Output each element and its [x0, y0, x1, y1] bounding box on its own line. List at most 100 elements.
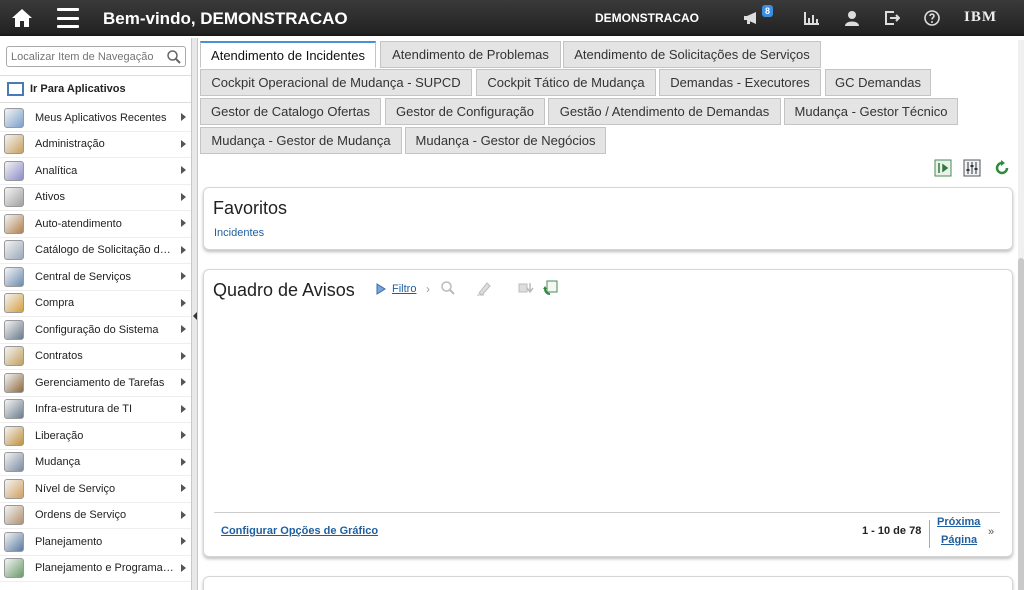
tab-12[interactable]: Mudança - Gestor de Negócios: [405, 127, 606, 154]
it-infrastructure-icon: [4, 399, 24, 420]
welcome-title: Bem-vindo, DEMONSTRACAO: [103, 9, 348, 28]
nav-item-9[interactable]: Contratos: [0, 344, 191, 370]
planning-icon: [4, 531, 24, 552]
submenu-arrow-icon: [181, 272, 186, 280]
export-icon[interactable]: [934, 159, 952, 177]
submenu-arrow-icon: [181, 404, 186, 413]
nav-item-label: Infra-estrutura de TI: [35, 403, 133, 416]
tab-10[interactable]: Mudança - Gestor Técnico: [784, 98, 958, 125]
submenu-arrow-icon: [181, 378, 186, 386]
tab-9[interactable]: Gestão / Atendimento de Demandas: [548, 98, 781, 125]
tab-6[interactable]: GC Demandas: [825, 69, 931, 96]
nav-item-label: Compra: [35, 297, 75, 310]
nav-search-box: [6, 46, 186, 67]
change-icon: [4, 452, 24, 473]
nav-item-2[interactable]: Analítica: [0, 158, 191, 185]
nav-item-label: Ordens de Serviço: [35, 509, 127, 522]
nav-item-label: Analítica: [35, 164, 78, 177]
tab-8[interactable]: Gestor de Configuração: [385, 98, 545, 125]
nav-item-17[interactable]: Planejamento e Programação: [0, 556, 191, 582]
window-icon: [7, 82, 24, 96]
nav-item-label: Planejamento e Programação: [35, 562, 175, 575]
settings-sliders-icon[interactable]: [963, 159, 981, 177]
nav-item-13[interactable]: Mudança: [0, 450, 191, 476]
nav-item-label: Central de Serviços: [35, 270, 131, 283]
nav-item-label: Mudança: [35, 456, 81, 469]
notification-badge: 8: [762, 5, 774, 17]
tab-11[interactable]: Mudança - Gestor de Mudança: [200, 127, 402, 154]
ibm-logo: IBM: [964, 9, 997, 25]
nav-item-7[interactable]: Compra: [0, 291, 191, 317]
work-orders-icon: [4, 505, 24, 526]
collapse-arrow-icon[interactable]: [193, 312, 197, 320]
filter-link[interactable]: Filtro: [392, 283, 416, 295]
tab-7[interactable]: Gestor de Catalogo Ofertas: [200, 98, 381, 125]
purchasing-icon: [4, 293, 24, 314]
nav-item-15[interactable]: Ordens de Serviço: [0, 503, 191, 529]
filter-arrow-icon[interactable]: [376, 283, 386, 295]
profile-icon[interactable]: [842, 8, 862, 28]
nav-item-label: Planejamento: [35, 535, 103, 548]
scrollbar-thumb[interactable]: [1018, 258, 1024, 590]
user-name[interactable]: DEMONSTRACAO: [595, 11, 699, 25]
logout-icon[interactable]: [882, 8, 902, 28]
release-icon: [4, 425, 24, 446]
search-icon[interactable]: [166, 49, 182, 65]
nav-item-12[interactable]: Liberação: [0, 423, 191, 450]
nav-item-8[interactable]: Configuração do Sistema: [0, 317, 191, 344]
submenu-arrow-icon: [181, 431, 186, 439]
nav-item-4[interactable]: Auto-atendimento: [0, 211, 191, 238]
tab-3[interactable]: Cockpit Operacional de Mudança - SUPCD: [200, 69, 472, 96]
favorites-title: Favoritos: [213, 198, 288, 218]
home-icon[interactable]: [11, 7, 33, 29]
submenu-arrow-icon: [181, 245, 186, 254]
goto-applications[interactable]: Ir Para Aplicativos: [0, 75, 191, 103]
nav-item-10[interactable]: Gerenciamento de Tarefas: [0, 370, 191, 397]
nav-item-6[interactable]: Central de Serviços: [0, 264, 191, 291]
nav-item-0[interactable]: Meus Aplicativos Recentes: [0, 105, 191, 132]
help-icon[interactable]: [922, 8, 942, 28]
favorites-link-incidents[interactable]: Incidentes: [214, 227, 264, 239]
tab-2[interactable]: Atendimento de Solicitações de Serviços: [563, 41, 821, 68]
chevron-right-icon: ›: [426, 282, 430, 296]
tab-5[interactable]: Demandas - Executores: [659, 69, 821, 96]
submenu-arrow-icon: [181, 298, 186, 307]
left-navigation: Ir Para Aplicativos Meus Aplicativos Rec…: [0, 38, 192, 590]
next-page-link-line2[interactable]: Página: [941, 534, 977, 546]
nav-search-input[interactable]: [7, 47, 157, 66]
contracts-icon: [4, 346, 24, 367]
megaphone-icon[interactable]: [742, 8, 762, 28]
tab-4[interactable]: Cockpit Tático de Mudança: [476, 69, 656, 96]
reports-icon[interactable]: [802, 8, 822, 28]
download-icon[interactable]: [518, 280, 534, 296]
nav-item-label: Ativos: [35, 191, 65, 204]
nav-item-5[interactable]: Catálogo de Solicitação de Serviços: [0, 238, 191, 264]
configure-chart-options-link[interactable]: Configurar Opções de Gráfico: [221, 525, 378, 537]
nav-item-label: Configuração do Sistema: [35, 323, 159, 336]
next-arrows-icon[interactable]: »: [988, 526, 994, 538]
planning-scheduling-icon: [4, 558, 24, 579]
service-level-icon: [4, 478, 24, 499]
page-scrollbar[interactable]: [1018, 40, 1024, 590]
bulletin-footer-divider: [214, 512, 1000, 513]
pager-range: 1 - 10 de 78: [862, 525, 922, 537]
nav-item-1[interactable]: Administração: [0, 132, 191, 158]
search-icon[interactable]: [440, 280, 456, 296]
tab-1[interactable]: Atendimento de Problemas: [380, 41, 561, 68]
tab-0[interactable]: Atendimento de Incidentes: [200, 41, 376, 68]
assets-icon: [4, 187, 24, 208]
new-item-icon[interactable]: [542, 280, 558, 296]
goto-applications-label: Ir Para Aplicativos: [30, 83, 126, 95]
nav-item-label: Gerenciamento de Tarefas: [35, 376, 165, 389]
refresh-icon[interactable]: [993, 159, 1011, 177]
nav-item-16[interactable]: Planejamento: [0, 529, 191, 556]
nav-item-label: Catálogo de Solicitação de Serviços: [35, 244, 175, 257]
nav-item-3[interactable]: Ativos: [0, 185, 191, 211]
service-desk-icon: [4, 266, 24, 287]
next-page-link-line1[interactable]: Próxima: [937, 516, 980, 528]
clear-icon[interactable]: [476, 280, 492, 296]
nav-item-14[interactable]: Nível de Serviço: [0, 476, 191, 503]
menu-icon[interactable]: [57, 8, 79, 28]
nav-item-11[interactable]: Infra-estrutura de TI: [0, 397, 191, 423]
task-management-icon: [4, 372, 24, 393]
